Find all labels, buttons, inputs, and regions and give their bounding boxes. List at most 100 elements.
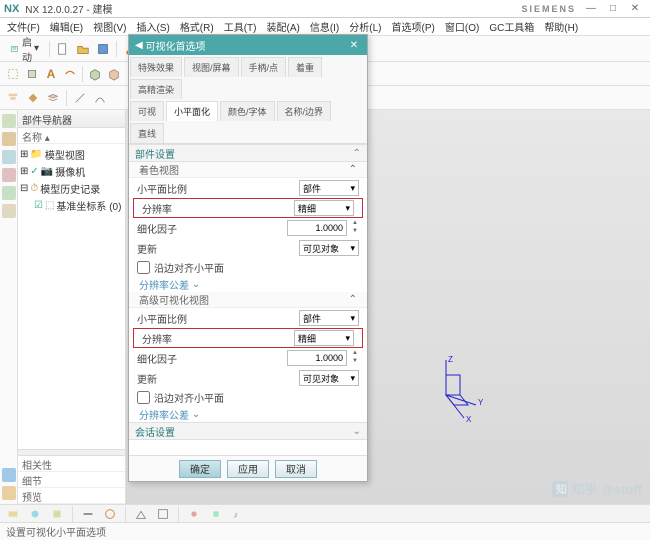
- nav-preview[interactable]: 预览: [18, 488, 125, 504]
- rail-reuse-icon[interactable]: [2, 168, 16, 182]
- window-title: NX 12.0.0.27 - 建模: [25, 1, 521, 16]
- combo-facet-ratio-2[interactable]: 部件▾: [299, 310, 359, 326]
- tree-cameras[interactable]: ⊞✓📷摄像机: [20, 163, 123, 180]
- spin-up-2[interactable]: ▲: [351, 350, 359, 358]
- rail-nav-icon[interactable]: [2, 114, 16, 128]
- menu-window[interactable]: 窗口(O): [442, 18, 482, 35]
- tab-view-screen[interactable]: 视图/屏幕: [184, 57, 239, 77]
- menu-format[interactable]: 格式(R): [177, 18, 217, 35]
- nav-tree: ⊞📁模型视图 ⊞✓📷摄像机 ⊟⏱模型历史记录 ☑⬚基准坐标系 (0): [18, 144, 125, 449]
- sketch-icon[interactable]: [61, 65, 79, 83]
- bt-7-icon[interactable]: [154, 505, 172, 523]
- menu-prefs[interactable]: 首选项(P): [389, 18, 438, 35]
- tab-emphasis[interactable]: 着重: [288, 57, 322, 77]
- rail-fold-icon[interactable]: [2, 486, 16, 500]
- menu-analysis[interactable]: 分析(L): [346, 18, 384, 35]
- filter1-icon[interactable]: [4, 89, 22, 107]
- text-a-icon[interactable]: A: [42, 65, 60, 83]
- menu-insert[interactable]: 插入(S): [133, 18, 172, 35]
- bt-10-icon[interactable]: ♪: [229, 505, 247, 523]
- menu-info[interactable]: 信息(I): [307, 18, 342, 35]
- bt-1-icon[interactable]: [4, 505, 22, 523]
- start-button[interactable]: 启动 ▾: [4, 32, 45, 66]
- tree-csys[interactable]: ☑⬚基准坐标系 (0): [20, 197, 123, 214]
- menu-tools[interactable]: 工具(T): [221, 18, 260, 35]
- spin-up-1[interactable]: ▲: [351, 220, 359, 228]
- spin-dn-2[interactable]: ▼: [351, 358, 359, 366]
- rail-ie-icon[interactable]: [2, 468, 16, 482]
- arc-icon[interactable]: [91, 89, 109, 107]
- apply-button[interactable]: 应用: [227, 460, 269, 478]
- tab-line[interactable]: 直线: [130, 123, 164, 143]
- tree-model-views[interactable]: ⊞📁模型视图: [20, 146, 123, 163]
- link-tol-1[interactable]: 分辨率公差 ⌄: [129, 276, 367, 292]
- check-edge-2[interactable]: 沿边对齐小平面: [129, 388, 367, 406]
- tab-faceting[interactable]: 小平面化: [166, 101, 218, 121]
- dialog-close-icon[interactable]: ✕: [347, 40, 361, 51]
- bt-6-icon[interactable]: [132, 505, 150, 523]
- tab-names[interactable]: 名称/边界: [277, 101, 332, 121]
- close-button[interactable]: ✕: [624, 2, 646, 16]
- tab-handles[interactable]: 手柄/点: [241, 57, 287, 77]
- tab-color-font[interactable]: 颜色/字体: [220, 101, 275, 121]
- menu-gc[interactable]: GC工具箱: [486, 18, 537, 35]
- new-icon[interactable]: [54, 40, 72, 58]
- section-session[interactable]: 会话设置⌄: [129, 422, 367, 440]
- menu-edit[interactable]: 编辑(E): [47, 18, 86, 35]
- dialog-titlebar[interactable]: ◀ 可视化首选项 ✕: [129, 35, 367, 55]
- check-edge-1[interactable]: 沿边对齐小平面: [129, 258, 367, 276]
- link-tol-2[interactable]: 分辨率公差 ⌄: [129, 406, 367, 422]
- menu-assembly[interactable]: 装配(A): [263, 18, 302, 35]
- menu-help[interactable]: 帮助(H): [541, 18, 581, 35]
- tab-visual[interactable]: 可视: [130, 101, 164, 121]
- cube2-icon[interactable]: [105, 65, 123, 83]
- minimize-button[interactable]: —: [580, 2, 602, 16]
- sub-shaded-view[interactable]: 着色视图⌃: [129, 162, 367, 178]
- input-refine-2[interactable]: 1.0000: [287, 350, 347, 366]
- bt-2-icon[interactable]: [26, 505, 44, 523]
- back-icon[interactable]: ◀: [135, 40, 143, 51]
- tree-history[interactable]: ⊟⏱模型历史记录: [20, 180, 123, 197]
- bt-8-icon[interactable]: [185, 505, 203, 523]
- rail-hist-icon[interactable]: [2, 186, 16, 200]
- tab-hq-render[interactable]: 高精渲染: [130, 79, 182, 99]
- input-refine-1[interactable]: 1.0000: [287, 220, 347, 236]
- checkbox-edge-1[interactable]: [137, 261, 150, 274]
- layers-icon[interactable]: [44, 89, 62, 107]
- ok-button[interactable]: 确定: [179, 460, 221, 478]
- save-icon[interactable]: [94, 40, 112, 58]
- cancel-button[interactable]: 取消: [275, 460, 317, 478]
- combo-resolution-2[interactable]: 精细▾: [294, 330, 354, 346]
- rail-asm-icon[interactable]: [2, 132, 16, 146]
- nav-name-col[interactable]: 名称 ▴: [18, 128, 125, 144]
- spin-dn-1[interactable]: ▼: [351, 228, 359, 236]
- nav-details[interactable]: 细节: [18, 472, 125, 488]
- tab-effects[interactable]: 特殊效果: [130, 57, 182, 77]
- combo-update-1[interactable]: 可见对象▾: [299, 240, 359, 256]
- combo-update-2[interactable]: 可见对象▾: [299, 370, 359, 386]
- line-icon[interactable]: [71, 89, 89, 107]
- filter2-icon[interactable]: [24, 89, 42, 107]
- row-facet-ratio-2: 小平面比例 部件▾: [129, 308, 367, 328]
- checkbox-edge-2[interactable]: [137, 391, 150, 404]
- combo-facet-ratio-1[interactable]: 部件▾: [299, 180, 359, 196]
- bt-3-icon[interactable]: [48, 505, 66, 523]
- rail-cns-icon[interactable]: [2, 150, 16, 164]
- svg-text:知: 知: [555, 482, 567, 496]
- bt-4-icon[interactable]: [79, 505, 97, 523]
- maximize-button[interactable]: □: [602, 2, 624, 16]
- sub-adv-viz[interactable]: 高级可视化视图⌃: [129, 292, 367, 308]
- combo-resolution-1[interactable]: 精细▾: [294, 200, 354, 216]
- cube1-icon[interactable]: [86, 65, 104, 83]
- box-icon[interactable]: [23, 65, 41, 83]
- menu-view[interactable]: 视图(V): [90, 18, 129, 35]
- row-resolution-2: 分辨率 精细▾: [133, 328, 363, 348]
- open-icon[interactable]: [74, 40, 92, 58]
- rail-role-icon[interactable]: [2, 204, 16, 218]
- select-icon[interactable]: [4, 65, 22, 83]
- section-part-settings[interactable]: 部件设置⌃: [129, 144, 367, 162]
- bt-9-icon[interactable]: [207, 505, 225, 523]
- svg-text:Z: Z: [448, 355, 453, 364]
- bt-5-icon[interactable]: [101, 505, 119, 523]
- nav-dependency[interactable]: 相关性: [18, 456, 125, 472]
